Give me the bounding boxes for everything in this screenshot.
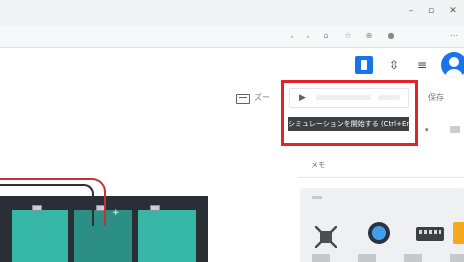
side-divider [298,177,464,178]
star-icon[interactable]: ☆ [342,30,354,42]
profile-icon[interactable]: ● [385,30,397,42]
minimize-button[interactable]: – [404,4,418,18]
chevron-down-icon[interactable]: ▾ [425,126,429,134]
component-sensor[interactable] [315,226,337,248]
notes-label: メモ [311,161,325,169]
extensions-icon[interactable]: ⊕ [363,30,375,42]
browser-toolbar: • • ⌂ ☆ ⊕ ● ⋯ [0,26,464,48]
menu-icon[interactable]: ⋯ [448,30,460,42]
puzzle-icon[interactable]: ⇳ [386,57,402,73]
browser-titlebar: – ▫ ✕ [0,0,464,26]
highlight-box [281,80,418,146]
board-block[interactable] [138,210,196,262]
toolbar-item[interactable] [450,126,460,133]
pin[interactable] [150,205,160,211]
dot-icon: • [289,33,295,42]
palette-header [312,196,322,199]
bookmark-extension-icon[interactable] [355,56,373,74]
dot-icon: • [305,33,311,42]
zoom-icon[interactable] [236,94,250,104]
home-icon[interactable]: ⌂ [320,30,332,42]
close-button[interactable]: ✕ [446,4,460,18]
avatar[interactable] [441,52,464,78]
zoom-label[interactable]: ズー [254,92,270,104]
component-module[interactable] [416,227,444,241]
maximize-button[interactable]: ▫ [424,4,438,18]
plus-icon: + [112,208,120,218]
component-labels [312,254,464,262]
screenshot: – ▫ ✕ • • ⌂ ☆ ⊕ ● ⋯ ⇳ ≡ ズー 保存 ▶ シミュレーション… [0,0,464,262]
component-button[interactable] [368,222,390,244]
reading-list-icon[interactable]: ≡ [414,57,430,73]
wire-dark[interactable] [0,184,94,226]
component-orange[interactable] [453,222,464,244]
save-label[interactable]: 保存 [428,92,444,104]
